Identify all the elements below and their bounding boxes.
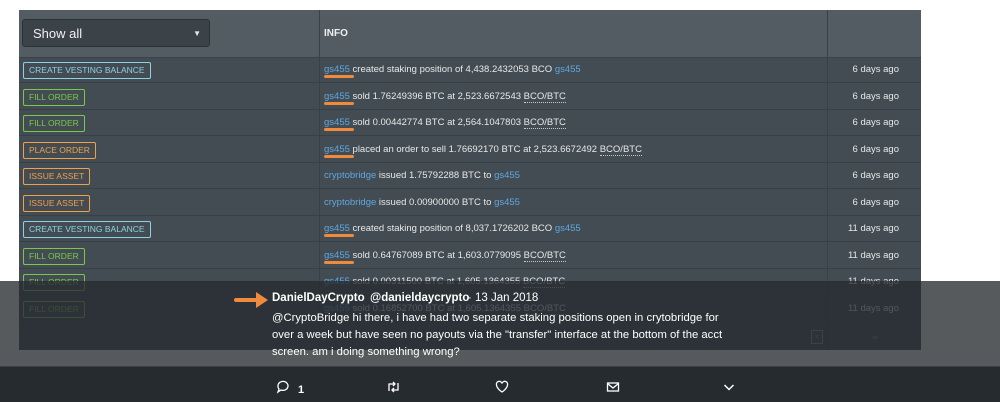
highlight-underline (324, 234, 354, 237)
market-link[interactable]: BCO/BTC (523, 117, 566, 129)
tweet-author-handle[interactable]: @danieldaycrypto (370, 292, 469, 304)
tweet-author-name[interactable]: DanielDayCrypto (272, 292, 365, 304)
highlight-underline (324, 101, 354, 105)
tweet-date[interactable]: · 13 Jan 2018 (468, 292, 538, 304)
operation-type-badge: ISSUE ASSET (23, 194, 91, 212)
filter-value: Show all (33, 26, 83, 41)
account-link[interactable]: gs455 (555, 223, 581, 234)
operation-text: sold 0.64767089 BTC at 1,603.0779095 (349, 249, 524, 261)
table-row: CREATE VESTING BALANCE gs455 created stak… (19, 58, 921, 83)
account-link[interactable]: cryptobridge (324, 197, 376, 208)
operation-info: cryptobridge issued 1.75792288 BTC to gs… (324, 170, 520, 181)
highlight-underline (324, 260, 354, 264)
table-row: ISSUE ASSET cryptobridge issued 1.7579228… (19, 164, 921, 189)
account-link[interactable]: gs455 (324, 223, 350, 234)
account-link[interactable]: gs455 (324, 144, 350, 155)
operation-text: placed an order to sell 1.76692170 BTC a… (349, 143, 600, 155)
account-link[interactable]: gs455 (324, 250, 350, 261)
chevron-down-icon: ▼ (193, 29, 201, 38)
account-link[interactable]: gs455 (324, 117, 350, 128)
table-row: CREATE VESTING BALANCE gs455 created stak… (19, 217, 921, 242)
annotation-arrow-tip (256, 292, 268, 308)
like-icon[interactable] (495, 380, 509, 397)
highlight-underline (324, 128, 354, 131)
operation-info: cryptobridge issued 0.00900000 BTC to gs… (324, 197, 520, 208)
operation-info: gs455 placed an order to sell 1.76692170… (324, 143, 642, 156)
operation-text: issued 1.75792288 BTC to (376, 170, 495, 181)
operation-time: 6 days ago (852, 90, 899, 102)
tweet-text: @CryptoBridge hi there, i have had two s… (272, 312, 723, 358)
operation-type-badge: CREATE VESTING BALANCE (23, 62, 151, 79)
operation-time: 6 days ago (852, 64, 899, 75)
operation-type-badge: CREATE VESTING BALANCE (23, 221, 151, 238)
operation-type-badge: FILL ORDER (23, 247, 85, 265)
market-link[interactable]: BCO/BTC (523, 90, 566, 103)
market-link[interactable]: BCO/BTC (523, 249, 566, 262)
operation-text: created staking position of 4,438.243205… (349, 64, 555, 75)
operation-time: 6 days ago (852, 117, 899, 128)
operation-type-badge: ISSUE ASSET (23, 168, 91, 185)
reply-count: 1 (298, 384, 305, 396)
divider (0, 366, 1000, 367)
table-row: FILL ORDER gs455 sold 0.00442774 BTC at 2… (19, 111, 921, 136)
table-row: PLACE ORDER gs455 placed an order to sell… (19, 138, 921, 163)
operation-type-badge: PLACE ORDER (23, 141, 96, 159)
highlight-underline (324, 154, 354, 158)
operation-time: 6 days ago (852, 170, 899, 181)
operation-time: 11 days ago (847, 223, 899, 234)
operation-info: gs455 sold 0.00442774 BTC at 2,564.10478… (324, 117, 566, 129)
operation-text: sold 1.76249396 BTC at 2,523.6672543 (349, 90, 524, 102)
operation-time: 6 days ago (852, 196, 899, 208)
info-column-header: INFO (324, 28, 348, 39)
operation-info: gs455 sold 0.64767089 BTC at 1,603.07790… (324, 249, 566, 262)
operation-type-badge: FILL ORDER (23, 88, 85, 106)
table-row: FILL ORDER gs455 sold 1.76249396 BTC at 2… (19, 85, 921, 110)
table-header: Show all ▼ INFO (19, 10, 921, 58)
filter-select[interactable]: Show all ▼ (22, 19, 210, 47)
table-row: FILL ORDER gs455 sold 0.64767089 BTC at 1… (19, 244, 921, 269)
operation-info: gs455 created staking position of 8,037.… (324, 223, 581, 234)
operation-info: gs455 created staking position of 4,438.… (324, 64, 581, 75)
message-icon[interactable] (606, 380, 620, 397)
operation-text: sold 0.00442774 BTC at 2,564.1047803 (349, 117, 524, 128)
account-link[interactable]: gs455 (494, 197, 520, 208)
operation-info: gs455 sold 1.76249396 BTC at 2,523.66725… (324, 90, 566, 103)
table-row: ISSUE ASSET cryptobridge issued 0.0090000… (19, 191, 921, 216)
operation-text: created staking position of 8,037.172620… (349, 223, 555, 234)
retweet-icon[interactable] (386, 380, 401, 397)
highlight-underline (324, 75, 354, 78)
account-link[interactable]: gs455 (555, 64, 581, 75)
more-icon[interactable] (722, 380, 736, 397)
account-link[interactable]: gs455 (324, 64, 350, 75)
account-link[interactable]: gs455 (494, 170, 520, 181)
reply-icon[interactable] (276, 380, 290, 397)
account-link[interactable]: cryptobridge (324, 170, 376, 181)
operation-time: 11 days ago (847, 249, 899, 261)
account-link[interactable]: gs455 (324, 91, 350, 102)
market-link[interactable]: BCO/BTC (599, 143, 642, 156)
operation-type-badge: FILL ORDER (23, 115, 85, 132)
operation-text: issued 0.00900000 BTC to (376, 196, 495, 208)
operation-time: 6 days ago (852, 143, 899, 155)
